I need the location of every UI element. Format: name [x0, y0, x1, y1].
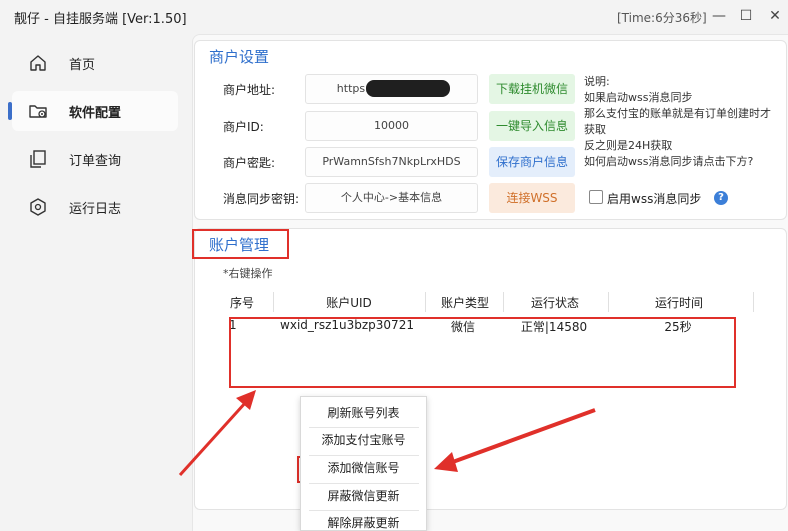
merchant-id-label: 商户ID: — [223, 120, 264, 134]
column-separator — [753, 292, 754, 312]
info-line: 那么支付宝的账单就是有订单创建时才 — [584, 107, 771, 120]
sidebar-item-label: 首页 — [69, 58, 96, 73]
column-header-status[interactable]: 运行状态 — [510, 294, 600, 311]
menu-item-refresh-accounts[interactable]: 刷新账号列表 — [301, 402, 426, 424]
menu-item-add-wechat[interactable]: 添加微信账号 — [301, 457, 426, 479]
column-separator — [425, 292, 426, 312]
save-merchant-button[interactable]: 保存商户信息 — [489, 147, 575, 177]
context-menu: 刷新账号列表 添加支付宝账号 添加微信账号 屏蔽微信更新 解除屏蔽更新 — [300, 396, 427, 531]
merchant-key-field[interactable]: PrWamnSfsh7NkpLrxHDS — [305, 147, 478, 177]
active-indicator — [8, 102, 12, 120]
column-separator — [503, 292, 504, 312]
menu-item-block-wechat-update[interactable]: 屏蔽微信更新 — [301, 485, 426, 507]
sidebar-item-label: 运行日志 — [69, 202, 122, 217]
merchant-section-title: 商户设置 — [209, 48, 270, 66]
menu-item-unblock-update[interactable]: 解除屏蔽更新 — [301, 512, 426, 531]
copy-icon — [30, 150, 46, 168]
import-info-button[interactable]: 一键导入信息 — [489, 111, 575, 141]
info-line: 反之则是24H获取 — [584, 139, 673, 152]
sidebar: 首页 软件配置 订单查询 运行日志 — [0, 34, 192, 531]
column-separator — [273, 292, 274, 312]
right-click-hint: *右键操作 — [223, 267, 273, 280]
merchant-key-label: 商户密匙: — [223, 156, 276, 170]
close-button[interactable]: ✕ — [762, 4, 788, 28]
info-line: 说明: — [584, 75, 610, 88]
table-row-highlight-box — [229, 317, 736, 388]
column-header-index[interactable]: 序号 — [222, 294, 262, 311]
sidebar-item-label: 软件配置 — [69, 106, 122, 121]
menu-separator — [309, 455, 419, 456]
wss-sync-checkbox[interactable] — [589, 190, 603, 204]
sidebar-item-logs[interactable]: 运行日志 — [12, 187, 178, 227]
menu-item-add-alipay[interactable]: 添加支付宝账号 — [301, 429, 426, 451]
info-line: 获取 — [584, 123, 606, 136]
sidebar-item-label: 订单查询 — [69, 154, 122, 169]
app-title: 靓仔 - 自挂服务端 [Ver:1.50] — [14, 12, 187, 27]
info-line: 如何启动wss消息同步请点击下方? — [584, 155, 754, 168]
home-icon — [30, 55, 46, 71]
software-config-icon — [29, 105, 47, 118]
merchant-address-label: 商户地址: — [223, 83, 276, 97]
sync-key-field[interactable]: 个人中心->基本信息 — [305, 183, 478, 213]
elapsed-time: [Time:6分36秒] — [617, 11, 707, 25]
maximize-button[interactable]: ☐ — [733, 4, 759, 28]
hexagon-icon — [30, 198, 46, 216]
sync-key-label: 消息同步密钥: — [223, 192, 300, 206]
column-header-type[interactable]: 账户类型 — [430, 294, 500, 311]
minimize-button[interactable]: — — [706, 4, 732, 28]
menu-separator — [309, 510, 419, 511]
redaction-mark — [366, 80, 450, 97]
column-header-runtime[interactable]: 运行时间 — [620, 294, 738, 311]
info-text: 说明: 如果启动wss消息同步 那么支付宝的账单就是有订单创建时才 获取 反之则… — [584, 74, 784, 170]
merchant-id-field[interactable]: 10000 — [305, 111, 478, 141]
connect-wss-button[interactable]: 连接WSS — [489, 183, 575, 213]
help-icon[interactable]: ? — [714, 191, 728, 205]
sidebar-item-software-config[interactable]: 软件配置 — [8, 91, 178, 131]
sidebar-item-orders[interactable]: 订单查询 — [12, 139, 178, 179]
menu-separator — [309, 427, 419, 428]
column-header-uid[interactable]: 账户UID — [290, 294, 408, 311]
sidebar-item-home[interactable]: 首页 — [12, 43, 178, 83]
download-wechat-button[interactable]: 下载挂机微信 — [489, 74, 575, 104]
info-line: 如果启动wss消息同步 — [584, 91, 693, 104]
menu-separator — [309, 483, 419, 484]
title-bar: 靓仔 - 自挂服务端 [Ver:1.50] [Time:6分36秒] — ☐ ✕ — [0, 0, 788, 34]
column-separator — [608, 292, 609, 312]
section-highlight-box — [192, 229, 289, 259]
wss-sync-label: 启用wss消息同步 — [607, 192, 702, 206]
